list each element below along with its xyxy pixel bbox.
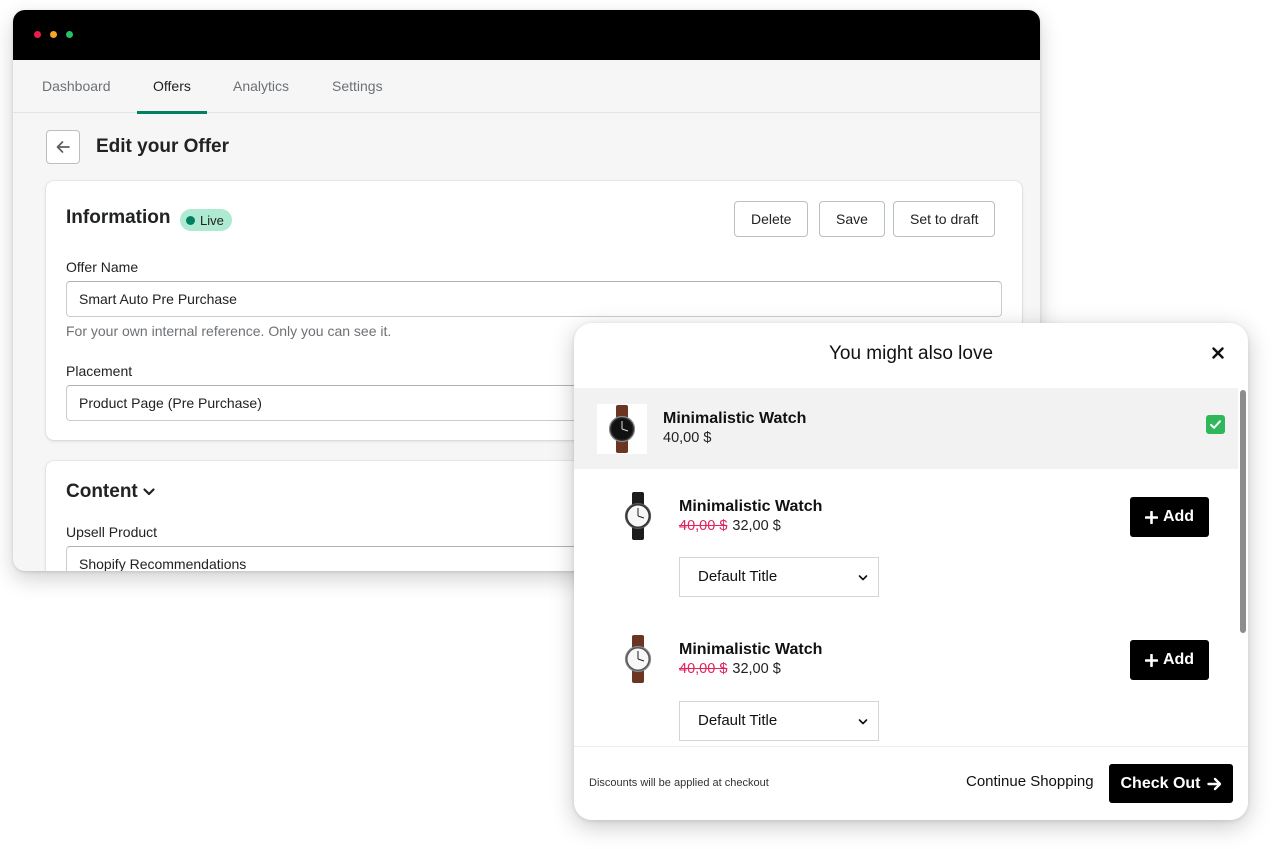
information-heading: Information <box>66 207 171 228</box>
plus-icon <box>1144 653 1158 667</box>
checkout-button-label: Check Out <box>1120 774 1201 792</box>
variant-select-value: Default Title <box>698 712 778 729</box>
content-heading[interactable]: Content <box>66 481 156 503</box>
product-image <box>613 634 663 684</box>
product-price: 40,00 $ <box>663 430 712 446</box>
discounted-price: 32,00 $ <box>732 518 781 534</box>
status-badge-label: Live <box>200 212 224 228</box>
product-list[interactable]: Minimalistic Watch 40,00 $ Minimalistic … <box>574 388 1248 746</box>
chevron-down-icon <box>858 575 868 581</box>
variant-select[interactable]: Default Title <box>679 557 879 597</box>
content-heading-label: Content <box>66 481 138 502</box>
product-name: Minimalistic Watch <box>679 641 823 658</box>
selected-product-item[interactable]: Minimalistic Watch 40,00 $ <box>574 388 1238 469</box>
offer-name-label: Offer Name <box>66 259 139 275</box>
chevron-down-icon <box>858 719 868 725</box>
discount-note: Discounts will be applied at checkout <box>589 777 769 789</box>
set-to-draft-button[interactable]: Set to draft <box>893 201 996 237</box>
product-price-row: 40,00 $32,00 $ <box>679 518 781 534</box>
product-image <box>597 404 647 454</box>
product-price-row: 40,00 $32,00 $ <box>679 661 781 677</box>
check-icon <box>1210 420 1221 429</box>
offer-name-input[interactable]: Smart Auto Pre Purchase <box>66 281 1002 317</box>
modal-title: You might also love <box>828 343 994 364</box>
tab-analytics[interactable]: Analytics <box>233 60 289 113</box>
chevron-down-icon <box>143 488 155 496</box>
delete-button[interactable]: Delete <box>734 201 809 237</box>
page-title: Edit your Offer <box>96 136 230 157</box>
product-checkbox[interactable] <box>1206 415 1225 434</box>
watch-brown-strap-black-dial-icon <box>608 405 636 453</box>
variant-select-value: Default Title <box>698 568 778 585</box>
save-button[interactable]: Save <box>819 201 885 237</box>
window-titlebar <box>13 10 1040 60</box>
close-button[interactable] <box>1210 345 1226 361</box>
original-price: 40,00 $ <box>679 661 728 677</box>
nav-tabs: Dashboard Offers Analytics Settings <box>13 60 1040 114</box>
product-image <box>613 491 663 541</box>
placement-label: Placement <box>66 363 133 379</box>
tab-dashboard[interactable]: Dashboard <box>42 60 111 113</box>
arrow-left-icon <box>56 141 70 153</box>
product-name: Minimalistic Watch <box>663 410 807 427</box>
add-button[interactable]: Add <box>1130 497 1209 537</box>
plus-icon <box>1144 510 1158 524</box>
upsell-modal: You might also love Minimalistic Watch 4… <box>574 323 1248 820</box>
add-button-label: Add <box>1162 651 1195 668</box>
watch-brown-strap-white-dial-icon <box>624 635 652 683</box>
product-name: Minimalistic Watch <box>679 498 823 515</box>
upsell-product-label: Upsell Product <box>66 524 158 540</box>
status-badge: Live <box>180 209 232 231</box>
window-minimize-dot[interactable] <box>50 31 57 38</box>
variant-select[interactable]: Default Title <box>679 701 879 741</box>
watch-black-strap-white-dial-icon <box>624 492 652 540</box>
scrollbar[interactable] <box>1240 390 1246 633</box>
back-button[interactable] <box>46 130 80 164</box>
checkout-button[interactable]: Check Out <box>1109 764 1233 803</box>
discounted-price: 32,00 $ <box>732 661 781 677</box>
close-icon <box>1212 347 1224 359</box>
original-price: 40,00 $ <box>679 518 728 534</box>
modal-footer: Discounts will be applied at checkout Co… <box>574 746 1248 820</box>
add-button-label: Add <box>1162 508 1195 525</box>
continue-shopping-link[interactable]: Continue Shopping <box>966 773 1094 790</box>
status-dot-icon <box>186 215 195 225</box>
tab-offers[interactable]: Offers <box>137 60 207 114</box>
arrow-right-icon <box>1206 777 1221 790</box>
add-button[interactable]: Add <box>1130 640 1209 680</box>
window-close-dot[interactable] <box>34 31 41 38</box>
window-maximize-dot[interactable] <box>66 31 73 38</box>
offer-name-help: For your own internal reference. Only yo… <box>66 323 392 339</box>
tab-settings[interactable]: Settings <box>332 60 383 113</box>
